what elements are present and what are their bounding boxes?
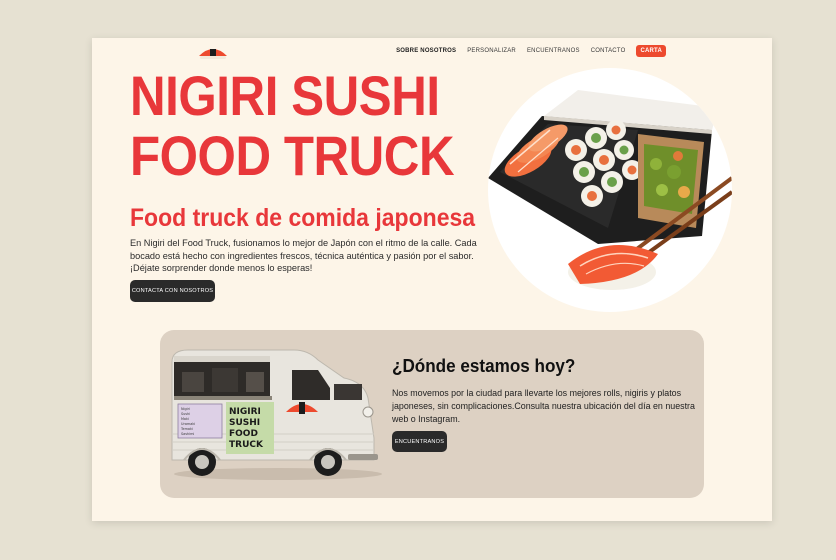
food-truck-image: Nigiri Sushi Maki Uramaki Temaki Sashimi… [171, 349, 382, 480]
hero-title-line-2: FOOD TRUCK [130, 124, 455, 187]
find-us-button[interactable]: ENCUENTRANOS [392, 431, 447, 452]
main-nav: SOBRE NOSOTROS PERSONALIZAR ENCUENTRANOS… [396, 44, 666, 58]
contact-button[interactable]: CONTACTA CON NOSOTROS [130, 280, 215, 302]
hero-description: En Nigiri del Food Truck, fusionamos lo … [130, 238, 477, 274]
nav-carta-button[interactable]: CARTA [636, 45, 666, 57]
nav-sobre-nosotros[interactable]: SOBRE NOSOTROS [396, 48, 456, 54]
truck-sign-line: TRUCK [229, 440, 264, 450]
hero-title-line-1: NIGIRI SUSHI [130, 64, 440, 127]
truck-menu-item: Temaki [180, 427, 193, 431]
sushi-hero-image [488, 68, 732, 312]
location-title: ¿Dónde estamos hoy? [392, 356, 576, 376]
location-description: Nos movemos por la ciudad para llevarte … [392, 388, 695, 424]
truck-sign-line: NIGIRI [229, 407, 261, 417]
hero-title: NIGIRI SUSHI FOOD TRUCK [130, 64, 455, 187]
truck-sign-line: SUSHI [229, 418, 260, 428]
truck-sign-line: FOOD [229, 429, 258, 439]
truck-menu-item: Sushi [181, 412, 190, 416]
nav-personalizar[interactable]: PERSONALIZAR [467, 48, 516, 54]
truck-menu-item: Nigiri [181, 407, 190, 411]
truck-menu-item: Sashimi [181, 432, 194, 436]
nav-encuentranos[interactable]: ENCUENTRANOS [527, 48, 580, 54]
landing-page: SOBRE NOSOTROS PERSONALIZAR ENCUENTRANOS… [92, 38, 772, 521]
truck-menu-item: Uramaki [181, 422, 195, 426]
truck-menu-item: Maki [181, 417, 189, 421]
hero-subtitle: Food truck de comida japonesa [130, 204, 476, 232]
sushi-box-illustration [488, 90, 732, 290]
sushi-logo-icon[interactable] [198, 46, 228, 60]
nav-contacto[interactable]: CONTACTO [591, 48, 626, 54]
